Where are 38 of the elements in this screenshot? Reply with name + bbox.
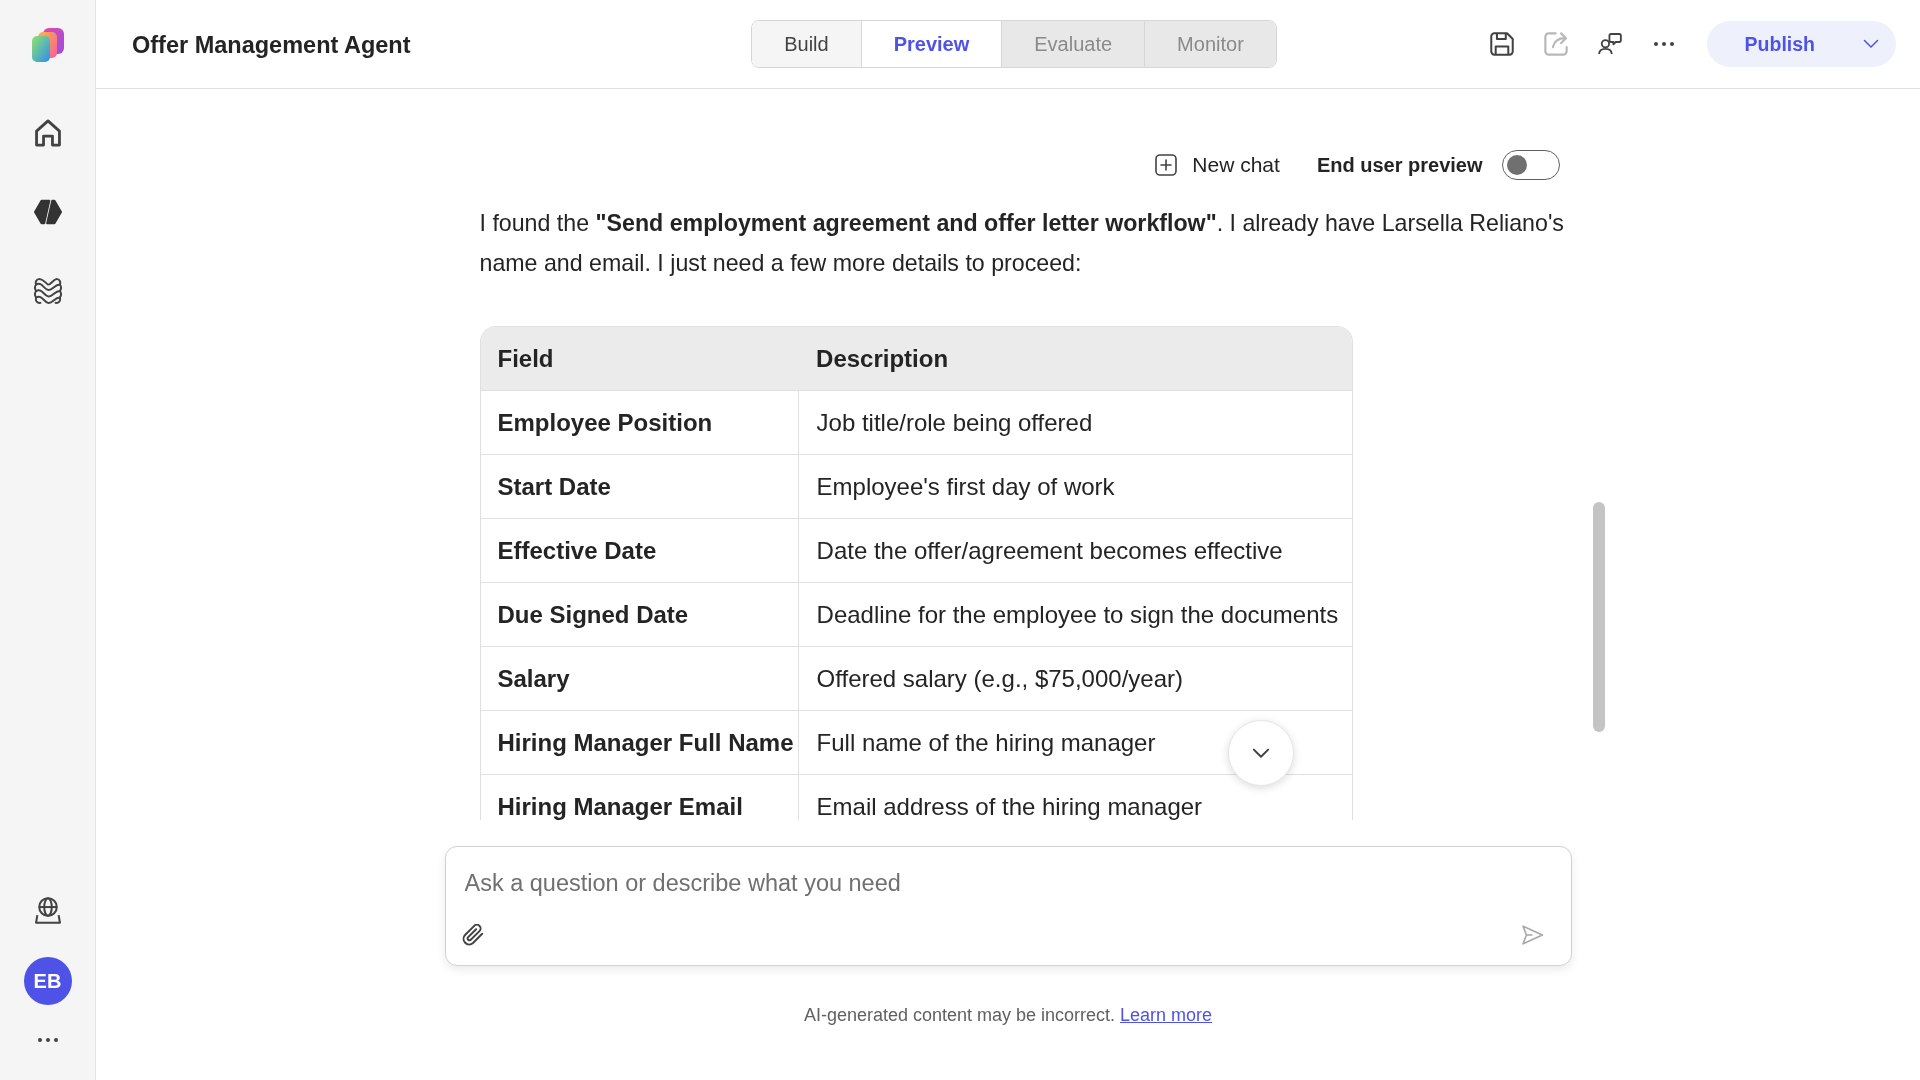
plus-square-icon[interactable] <box>1155 154 1178 176</box>
table-header-cell: Description <box>798 327 1352 391</box>
user-avatar[interactable]: EB <box>23 957 72 1005</box>
scrollbar-thumb[interactable] <box>1593 502 1605 732</box>
table-cell: Salary <box>480 646 799 711</box>
tab[interactable]: Build <box>752 21 861 67</box>
chevron-down-icon[interactable] <box>1863 39 1879 49</box>
table-cell: Hiring Manager Email <box>480 774 799 820</box>
chevron-down-icon[interactable] <box>1251 747 1270 759</box>
new-chat-button[interactable]: New chat <box>1155 153 1280 177</box>
table-cell: Effective Date <box>480 518 799 583</box>
learn-more-link[interactable]: Learn more <box>1120 1005 1213 1025</box>
table-cell: Hiring Manager Full Name <box>480 710 799 775</box>
home-icon[interactable] <box>33 119 62 147</box>
table-cell: Job title/role being offered <box>798 390 1352 455</box>
agent-title: Offer Management Agent <box>132 31 411 59</box>
disclaimer-text: AI-generated content may be incorrect. Learn more <box>803 1004 1213 1026</box>
more-icon[interactable] <box>1653 42 1674 46</box>
table-header-cell: Field <box>480 327 799 391</box>
table-cell: Start Date <box>480 454 799 519</box>
globe-icon[interactable] <box>33 896 62 924</box>
logo-icon <box>30 27 65 63</box>
table-cell: Employee's first day of work <box>798 454 1352 519</box>
table-cell: Offered salary (e.g., $75,000/year) <box>798 646 1352 711</box>
table-cell: Date the offer/agreement becomes effective <box>798 518 1352 583</box>
message-input[interactable]: Ask a question or describe what you need <box>464 868 1549 898</box>
save-icon[interactable] <box>1489 32 1514 56</box>
end-user-preview-toggle[interactable] <box>1501 150 1560 180</box>
toggle-label: End user preview <box>1316 153 1483 177</box>
hexagon-slash-icon[interactable] <box>33 198 62 226</box>
assistant-message: I found the "Send employment agreement and offer letter workflow". I already have Larsella Reliano's name and email. I just need a few more details to proceed: <box>479 209 1565 278</box>
table-cell: Due Signed Date <box>480 582 799 647</box>
table-cell: Deadline for the employee to sign the documents <box>798 582 1352 647</box>
table-cell: Employee Position <box>480 390 799 455</box>
person-chat-icon[interactable] <box>1597 32 1622 56</box>
publish-button[interactable]: Publish <box>1706 21 1896 67</box>
more-icon[interactable] <box>37 1038 58 1042</box>
wave-lines-icon[interactable] <box>33 277 62 305</box>
